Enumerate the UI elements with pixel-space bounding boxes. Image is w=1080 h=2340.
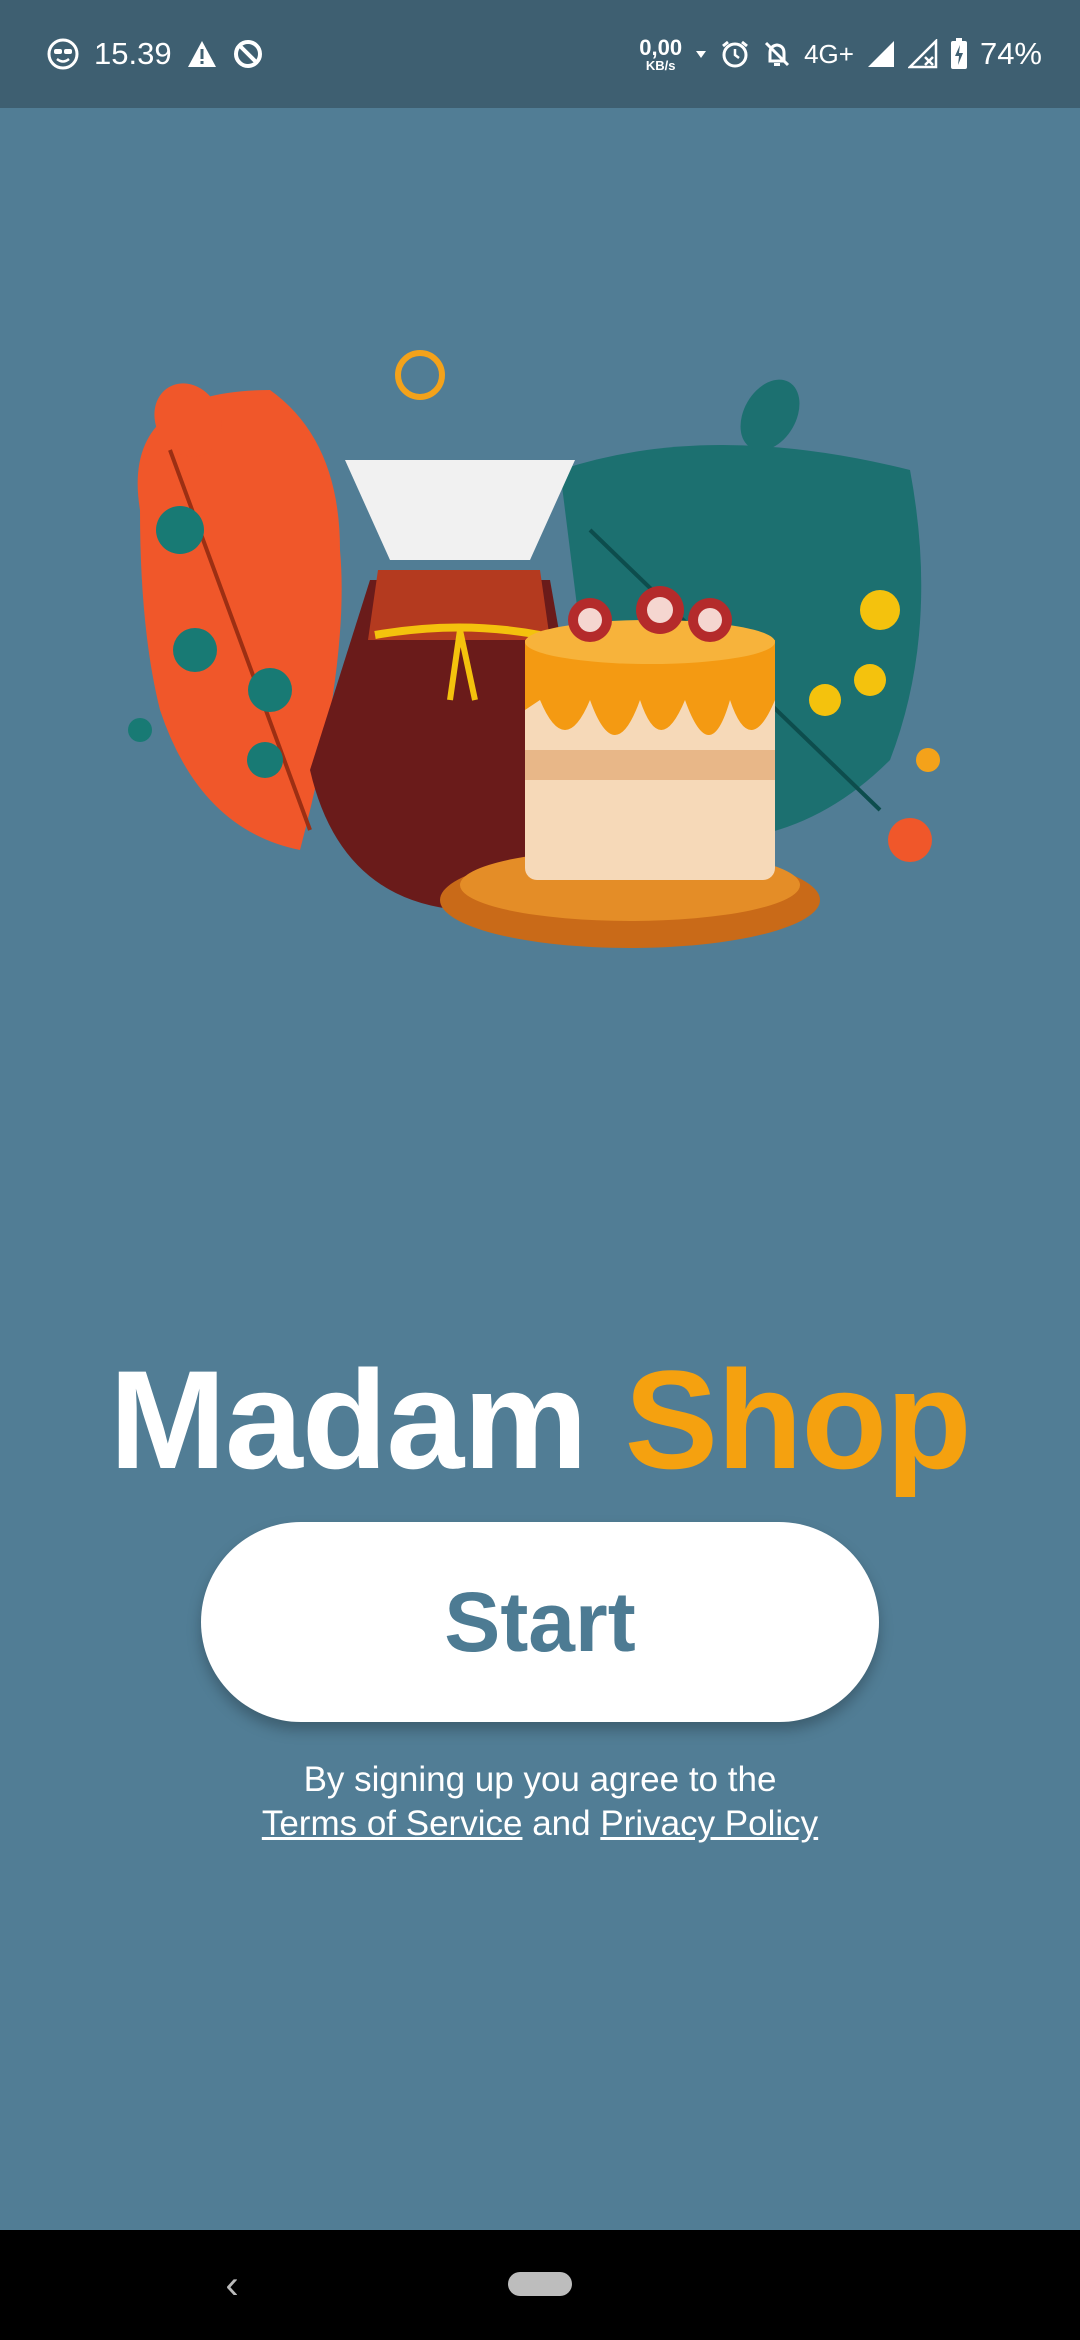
wifi-arrow-icon [694, 47, 708, 61]
network-speed: 0,00 KB/s [639, 34, 683, 73]
coffee-and-cake-illustration [110, 330, 970, 980]
privacy-policy-link[interactable]: Privacy Policy [600, 1804, 818, 1843]
network-speed-value: 0,00 [639, 34, 683, 60]
battery-percent: 74% [979, 36, 1042, 71]
back-icon[interactable]: ‹ [214, 2260, 250, 2310]
status-time: 15.39 [94, 36, 172, 71]
app-title-word-madam: Madam [109, 1341, 587, 1498]
status-left: 15.39 [46, 0, 264, 108]
network-speed-unit: KB/s [645, 57, 676, 73]
network-type: 4G+ [804, 38, 854, 69]
home-pill-icon[interactable] [508, 2272, 572, 2296]
start-button[interactable]: Start [201, 1522, 879, 1722]
warning-icon [186, 39, 218, 69]
terms-notice: By signing up you agree to the Terms of … [0, 1758, 1080, 1846]
start-button-label: Start [444, 1574, 636, 1669]
terms-of-service-link[interactable]: Terms of Service [262, 1804, 523, 1843]
alarm-icon [720, 39, 750, 69]
notifications-off-icon [762, 39, 792, 69]
status-bar: 15.39 0,00 KB/s 4G+ 74% [0, 0, 1080, 108]
signal-no-service-icon [907, 39, 938, 69]
terms-conjunction: and [532, 1804, 591, 1843]
signal-icon [866, 39, 896, 69]
app-title-word-shop: Shop [624, 1341, 972, 1498]
data-saver-icon [232, 38, 264, 70]
terms-notice-line2: Terms of Service and Privacy Policy [0, 1802, 1080, 1846]
status-right: 0,00 KB/s 4G+ 74% [639, 0, 1042, 108]
sunglasses-face-icon [46, 37, 80, 71]
terms-notice-line1: By signing up you agree to the [303, 1760, 777, 1799]
app-title: Madam Shop [0, 1340, 1080, 1500]
battery-charging-icon [950, 38, 968, 70]
navigation-bar: ‹ [0, 2230, 1080, 2340]
